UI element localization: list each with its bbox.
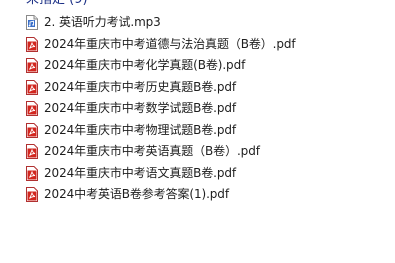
group-header-unspecified[interactable]: 未指定 (9) xyxy=(26,0,88,8)
audio-file-icon xyxy=(26,15,38,30)
file-name: 2024年重庆市中考历史真题B卷.pdf xyxy=(44,79,237,94)
pdf-file-icon xyxy=(26,144,38,160)
pdf-file-icon xyxy=(26,187,38,203)
pdf-file-icon xyxy=(26,122,38,138)
file-row[interactable]: 2024年重庆市中考英语真题（B卷）.pdf xyxy=(0,141,395,162)
file-name: 2024年重庆市中考英语真题（B卷）.pdf xyxy=(44,144,260,159)
file-row[interactable]: 2024年重庆市中考化学真题(B卷).pdf xyxy=(0,55,395,76)
file-row[interactable]: 2024年重庆市中考道德与法治真题（B卷）.pdf xyxy=(0,34,395,55)
file-name: 2024年重庆市中考物理试题B卷.pdf xyxy=(44,122,237,137)
file-name: 2024年重庆市中考语文真题B卷.pdf xyxy=(44,165,237,180)
file-name: 2024年重庆市中考化学真题(B卷).pdf xyxy=(44,58,246,73)
file-row[interactable]: 2024年重庆市中考数学试题B卷.pdf xyxy=(0,98,395,119)
file-name: 2024年重庆市中考道德与法治真题（B卷）.pdf xyxy=(44,36,296,51)
pdf-file-icon xyxy=(26,101,38,117)
file-name: 2024年重庆市中考数学试题B卷.pdf xyxy=(44,101,237,116)
pdf-file-icon xyxy=(26,165,38,181)
file-row[interactable]: 2024年重庆市中考历史真题B卷.pdf xyxy=(0,77,395,98)
file-name: 2024中考英语B卷参考答案(1).pdf xyxy=(44,187,229,202)
file-name: 2. 英语听力考试.mp3 xyxy=(44,15,161,29)
pdf-file-icon xyxy=(26,36,38,52)
pdf-file-icon xyxy=(26,58,38,74)
file-row[interactable]: 2024中考英语B卷参考答案(1).pdf xyxy=(0,184,395,205)
file-row[interactable]: 2. 英语听力考试.mp3 xyxy=(0,12,395,33)
file-list: 2. 英语听力考试.mp3 2024年重庆市中考道德与法治真题（B卷）.pdf … xyxy=(0,12,395,206)
file-row[interactable]: 2024年重庆市中考物理试题B卷.pdf xyxy=(0,120,395,141)
pdf-file-icon xyxy=(26,79,38,95)
file-row[interactable]: 2024年重庆市中考语文真题B卷.pdf xyxy=(0,163,395,184)
